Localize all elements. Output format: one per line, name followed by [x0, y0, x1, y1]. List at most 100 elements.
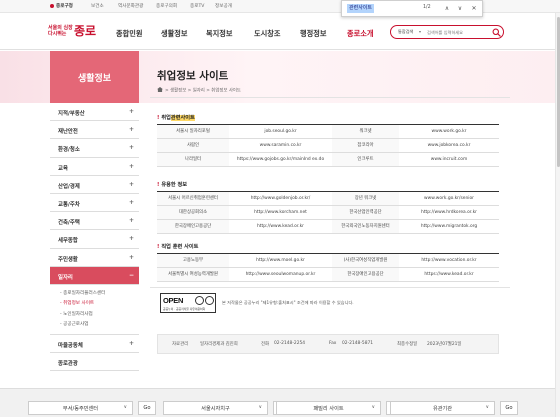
section-heading: ! 직업 훈련 사이트: [157, 243, 198, 250]
divider: [150, 287, 510, 288]
site-name: 서울특별시 여성능력개발원: [157, 268, 229, 281]
table-row: 사람인 www.saramin.co.kr 잡코리아 www.jobkorea.co.…: [157, 139, 499, 153]
site-name: 한국외국인노동자지원센터: [332, 220, 399, 233]
footer-go-button[interactable]: Go: [500, 401, 518, 415]
chevron-down-icon: ▾: [419, 29, 422, 34]
site-url-link[interactable]: http://www.hrdkorea.or.kr: [399, 206, 499, 219]
table-row: 나라일터 https://www.gojobs.go.kr/mainInd ex.…: [157, 153, 499, 167]
manager-dept-label: 자료관리: [172, 342, 189, 347]
page-scrollbar[interactable]: [555, 13, 560, 417]
plus-icon: +: [128, 108, 134, 115]
footer-go-button[interactable]: Go: [138, 401, 156, 415]
site-url-link[interactable]: http://www.vocation.or.kr: [399, 254, 499, 267]
logo-wordmark: 종로: [74, 24, 97, 38]
license-commercial-icon: [205, 296, 214, 305]
home-icon[interactable]: [157, 87, 163, 92]
nav-item[interactable]: 종합민원: [116, 29, 142, 39]
site-url-link[interactable]: http://www.kead.or.kr: [229, 220, 332, 233]
manager-updated: 2023년07월21일: [427, 342, 462, 347]
sidebar-subitem[interactable]: - 공공근로사업: [50, 319, 139, 330]
header-search: 통합검색 ▾: [390, 25, 504, 39]
search-input[interactable]: [427, 27, 487, 38]
home-dot-icon: [50, 3, 54, 8]
site-url-link[interactable]: http://www.moel.go.kr: [229, 254, 332, 267]
alert-icon: !: [157, 115, 160, 121]
sidebar-item[interactable]: 재난안전 +: [50, 121, 139, 140]
sidebar-item[interactable]: 건축/주택 +: [50, 212, 139, 231]
find-close-icon[interactable]: ✕: [469, 4, 479, 14]
sidebar-item-label: 지적/부동산: [58, 111, 85, 117]
footer-site-select[interactable]: 부서/동주민센터 ∨: [28, 401, 133, 415]
sidebar-item[interactable]: 세무종합 +: [50, 230, 139, 249]
sidebar-item[interactable]: 일자리 −: [50, 266, 139, 285]
footer-site-select[interactable]: 패밀리 사이트 ∨: [276, 401, 381, 415]
sidebar-item[interactable]: 교통/주차 +: [50, 194, 139, 213]
site-url-link[interactable]: http://www.korcham.net: [229, 206, 332, 219]
table-row: 서울특별시 여성능력개발원 http://www.seoulwomanup.or.…: [157, 268, 499, 282]
site-url-link[interactable]: job.seoul.go.kr: [229, 125, 332, 138]
breadcrumb: > 생활정보 > 일자리 > 취업정보 사이트: [157, 87, 241, 94]
footer-site-select[interactable]: 서울시자치구 ∨: [163, 401, 268, 415]
site-url-link[interactable]: https://www.kead.or.kr: [399, 268, 499, 281]
site-url-link[interactable]: www.work.go.kr: [399, 125, 499, 138]
site-name: (사)한국여성직업개발원: [332, 254, 399, 267]
sidebar-item-label: 종로관광: [58, 361, 78, 368]
sidebar-item[interactable]: 종로관광: [50, 353, 139, 372]
nav-item[interactable]: 생활정보: [161, 29, 187, 39]
topbar-link[interactable]: 종로구청: [50, 3, 73, 9]
nav-item[interactable]: 복지정보: [206, 29, 232, 39]
page-title: 취업정보 사이트: [157, 70, 229, 82]
section-heading: ! 유용한 정보: [157, 181, 187, 188]
sidebar-item-label: 환경/청소: [58, 147, 80, 154]
site-url-link[interactable]: www.incruit.com: [399, 153, 499, 166]
nav-item[interactable]: 행정정보: [300, 29, 326, 39]
site-url-link[interactable]: www.jobkorea.co.kr: [399, 139, 499, 152]
open-license-caption: 공공누리 · 공공저작물 자유이용허락: [163, 307, 206, 311]
sidebar-submenu: - 종로일자리플러스센터 - 취업정보 사이트 - 노인일자리사업 - 공공근로사업: [50, 285, 139, 335]
site-name: 한국장애인고용공단: [332, 268, 399, 281]
sidebar: 지적/부동산 + 재난안전 + 환경/청소 + 교육 + 산업/경제 + 교통/주차 + 건축/주택 + 세…: [50, 103, 139, 372]
topbar-link[interactable]: 종로TV: [190, 3, 204, 9]
sidebar-item[interactable]: 환경/청소 +: [50, 139, 139, 158]
footer-select-label: 유관기관: [432, 406, 453, 412]
find-highlight-text: 관련사이트: [170, 115, 195, 121]
table-row: 서울시 어르신취업훈련센터 http://www.goldenjob.or.kr/…: [157, 192, 499, 206]
sidebar-item[interactable]: 주민생활 +: [50, 249, 139, 267]
footer-site-select[interactable]: 유관기관 ∨: [390, 401, 495, 415]
site-url-link[interactable]: http://www.migrantok.org: [399, 220, 499, 233]
section-heading-text: 직업 훈련 사이트: [161, 244, 199, 250]
site-url-link[interactable]: http://www.goldenjob.or.kr/: [229, 192, 332, 205]
sidebar-item[interactable]: 마을공동체 +: [50, 335, 139, 354]
search-icon[interactable]: [492, 28, 501, 37]
nav-item[interactable]: 도시창조: [254, 29, 280, 39]
sidebar-subitem[interactable]: - 종로일자리플러스센터: [50, 288, 139, 299]
topbar-link[interactable]: 정보공개: [215, 3, 232, 9]
topbar-link[interactable]: 종로구의회: [156, 3, 177, 9]
sidebar-item[interactable]: 산업/경제 +: [50, 176, 139, 194]
sidebar-item[interactable]: 교육 +: [50, 158, 139, 176]
find-next-icon[interactable]: ∨: [455, 4, 465, 14]
site-name: 인크루트: [332, 153, 399, 166]
search-scope-select[interactable]: 통합검색: [398, 29, 413, 35]
sidebar-subitem[interactable]: - 노인일자리사업: [50, 309, 139, 320]
site-table: 서울시 어르신취업훈련센터 http://www.goldenjob.or.kr/…: [157, 191, 499, 234]
topbar-link-label: 역사문화관광: [118, 4, 144, 9]
footer: 부서/동주민센터∨Go서울시자치구∨Go패밀리 사이트∨Go유관기관∨Go: [0, 388, 560, 417]
site-name: 나라일터: [157, 153, 229, 166]
divider: [150, 97, 510, 98]
sidebar-item[interactable]: 지적/부동산 +: [50, 103, 139, 122]
site-url-link[interactable]: www.saramin.co.kr: [229, 139, 332, 152]
nav-item[interactable]: 종로소개: [347, 29, 373, 39]
site-url-link[interactable]: http://www.seoulwomanup.or.kr: [229, 268, 332, 281]
chevron-down-icon: ∨: [485, 405, 489, 410]
find-previous-icon[interactable]: ∧: [442, 4, 452, 14]
topbar-link[interactable]: 보건소: [91, 3, 104, 9]
topbar-link[interactable]: 역사문화관광: [118, 3, 143, 9]
site-url-link[interactable]: www.work.go.kr/senior: [399, 192, 499, 205]
logo-slogan-2: 다시뛰는: [48, 31, 67, 37]
find-query-input[interactable]: 관련사이트: [347, 4, 375, 13]
site-url-link[interactable]: https://www.gojobs.go.kr/mainInd ex.do: [229, 153, 332, 166]
site-table: 서울시 일자리포털 job.seoul.go.kr 워크넷 www.work.go.k…: [157, 124, 499, 167]
chevron-down-icon: ∨: [371, 405, 375, 410]
sidebar-subitem[interactable]: - 취업정보 사이트: [50, 298, 139, 309]
